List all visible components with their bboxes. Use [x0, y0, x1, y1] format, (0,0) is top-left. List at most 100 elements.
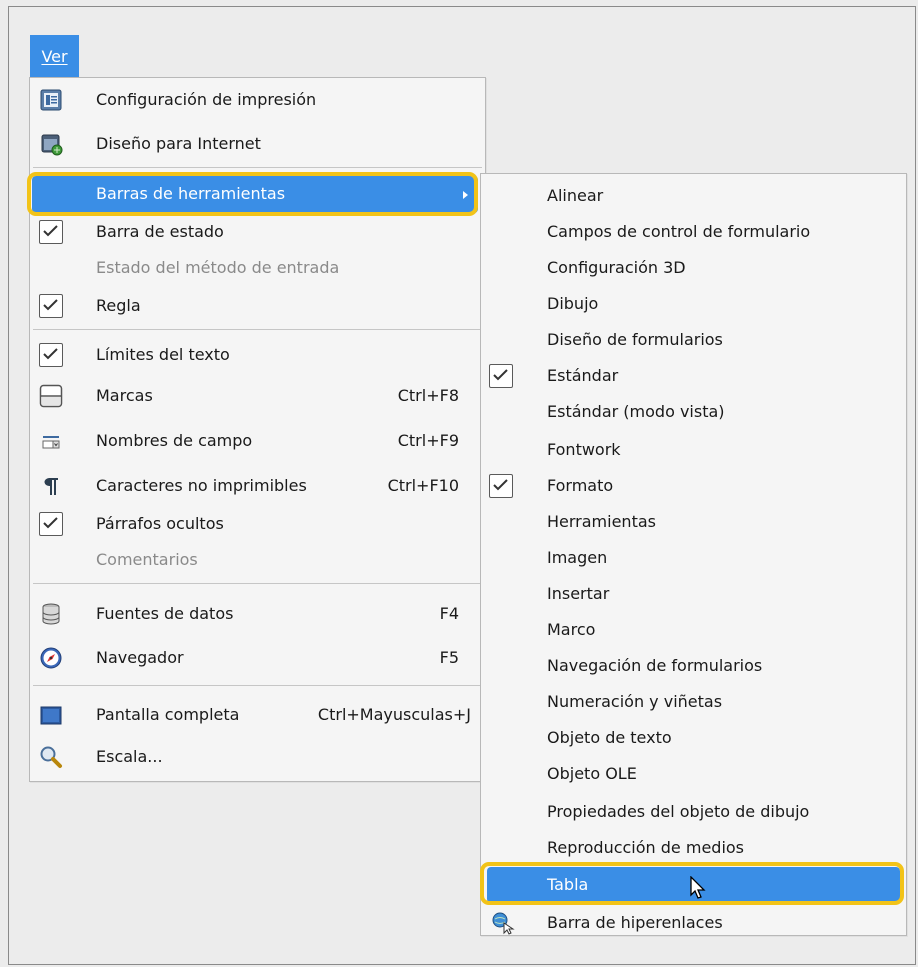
- menu-item-label: Alinear: [547, 186, 604, 205]
- menu-item-label: Barra de hiperenlaces: [547, 913, 723, 932]
- shortcut-label: Ctrl+F8: [397, 386, 459, 405]
- menu-item-data-sources[interactable]: Fuentes de datos F4: [30, 596, 485, 632]
- menu-item-label: Campos de control de formulario: [547, 222, 811, 241]
- separator: [33, 583, 482, 584]
- menu-item-label: Estado del método de entrada: [96, 258, 340, 277]
- submenu-item-fontwork[interactable]: Fontwork: [481, 432, 906, 468]
- menu-item-label: Fontwork: [547, 440, 621, 459]
- menu-item-label: Comentarios: [96, 550, 198, 569]
- submenu-item-3d-settings[interactable]: Configuración 3D: [481, 250, 906, 286]
- menu-item-label: Objeto de texto: [547, 728, 672, 747]
- submenu-item-form-controls[interactable]: Campos de control de formulario: [481, 214, 906, 250]
- field-shadings-icon: [39, 384, 63, 408]
- menu-item-label: Reproducción de medios: [547, 838, 745, 857]
- highlight-ring-toolbars: [27, 172, 478, 216]
- menu-item-status-bar[interactable]: Barra de estado: [30, 214, 485, 250]
- checkmark-icon: [39, 220, 63, 244]
- menu-item-label: Nombres de campo: [96, 431, 253, 450]
- submenu-item-image[interactable]: Imagen: [481, 540, 906, 576]
- zoom-icon: [39, 745, 63, 769]
- submenu-item-formatting[interactable]: Formato: [481, 468, 906, 504]
- menu-item-label: Estándar: [547, 366, 619, 385]
- submenu-item-drawing[interactable]: Dibujo: [481, 286, 906, 322]
- menu-item-print-layout[interactable]: Configuración de impresión: [30, 82, 485, 118]
- menu-item-label: Marcas: [96, 386, 153, 405]
- menu-item-label: Imagen: [547, 548, 608, 567]
- menu-item-label: Diseño para Internet: [96, 134, 261, 153]
- menu-item-label: Diseño de formularios: [547, 330, 723, 349]
- database-icon: [39, 602, 63, 626]
- menu-item-label: Estándar (modo vista): [547, 402, 725, 421]
- submenu-item-drawing-object-properties[interactable]: Propiedades del objeto de dibujo: [481, 794, 906, 830]
- menu-item-label: Fuentes de datos: [96, 604, 234, 623]
- menu-item-formatting-marks[interactable]: Caracteres no imprimibles Ctrl+F10: [30, 468, 485, 504]
- print-layout-icon: [39, 88, 63, 112]
- menu-item-ruler[interactable]: Regla: [30, 288, 485, 324]
- field-names-icon: [39, 429, 63, 453]
- menu-item-text-boundaries[interactable]: Límites del texto: [30, 337, 485, 373]
- menu-item-web-layout[interactable]: Diseño para Internet: [30, 126, 485, 162]
- submenu-item-hyperlink-bar[interactable]: Barra de hiperenlaces: [481, 905, 906, 941]
- menu-item-label: Propiedades del objeto de dibujo: [547, 802, 810, 821]
- menu-item-label: Configuración 3D: [547, 258, 686, 277]
- menu-item-label: Caracteres no imprimibles: [96, 476, 307, 495]
- menu-item-input-method-status: Estado del método de entrada: [30, 250, 485, 286]
- web-layout-icon: [39, 132, 63, 156]
- menu-item-label: Escala...: [96, 747, 163, 766]
- menu-item-hidden-paragraphs[interactable]: Párrafos ocultos: [30, 506, 485, 542]
- submenu-item-text-object[interactable]: Objeto de texto: [481, 720, 906, 756]
- menu-item-label: Configuración de impresión: [96, 90, 317, 109]
- submenu-item-ole-object[interactable]: Objeto OLE: [481, 756, 906, 792]
- menu-item-label: Párrafos ocultos: [96, 514, 224, 533]
- toolbars-submenu: Alinear Campos de control de formulario …: [480, 173, 907, 936]
- submenu-item-media-playback[interactable]: Reproducción de medios: [481, 830, 906, 866]
- menu-item-field-names[interactable]: Nombres de campo Ctrl+F9: [30, 423, 485, 459]
- menu-item-field-shadings[interactable]: Marcas Ctrl+F8: [30, 378, 485, 414]
- compass-icon: [39, 646, 63, 670]
- submenu-item-form-design[interactable]: Diseño de formularios: [481, 322, 906, 358]
- menu-item-label: Dibujo: [547, 294, 599, 313]
- menu-item-label: Insertar: [547, 584, 610, 603]
- shortcut-label: F5: [439, 648, 459, 667]
- checkmark-icon: [39, 512, 63, 536]
- menu-item-comments: Comentarios: [30, 542, 485, 578]
- checkmark-icon: [489, 364, 513, 388]
- shortcut-label: Ctrl+Mayusculas+J: [317, 705, 471, 724]
- submenu-item-standard-view-mode[interactable]: Estándar (modo vista): [481, 394, 906, 430]
- shortcut-label: Ctrl+F9: [397, 431, 459, 450]
- separator: [33, 685, 482, 686]
- menu-item-navigator[interactable]: Navegador F5: [30, 640, 485, 676]
- menu-item-label: Formato: [547, 476, 614, 495]
- separator: [33, 329, 482, 330]
- checkmark-icon: [39, 294, 63, 318]
- menu-item-full-screen[interactable]: Pantalla completa Ctrl+Mayusculas+J: [30, 697, 485, 733]
- separator: [33, 167, 482, 168]
- shortcut-label: F4: [439, 604, 459, 623]
- submenu-item-form-navigation[interactable]: Navegación de formularios: [481, 648, 906, 684]
- checkmark-icon: [489, 474, 513, 498]
- fullscreen-icon: [39, 703, 63, 727]
- menu-item-zoom[interactable]: Escala...: [30, 739, 485, 775]
- submenu-item-align[interactable]: Alinear: [481, 178, 906, 214]
- menu-item-label: Pantalla completa: [96, 705, 240, 724]
- submenu-item-standard[interactable]: Estándar: [481, 358, 906, 394]
- submenu-item-tools[interactable]: Herramientas: [481, 504, 906, 540]
- menu-item-label: Regla: [96, 296, 141, 315]
- menu-item-label: Barra de estado: [96, 222, 224, 241]
- checkmark-icon: [39, 343, 63, 367]
- shortcut-label: Ctrl+F10: [387, 476, 459, 495]
- submenu-item-bullets-numbering[interactable]: Numeración y viñetas: [481, 684, 906, 720]
- pilcrow-icon: [39, 474, 63, 498]
- menu-item-label: Navegación de formularios: [547, 656, 763, 675]
- mouse-cursor-icon: [690, 875, 710, 902]
- menu-item-label: Objeto OLE: [547, 764, 637, 783]
- menu-item-label: Límites del texto: [96, 345, 230, 364]
- menu-item-label: Marco: [547, 620, 596, 639]
- menu-item-label: Herramientas: [547, 512, 656, 531]
- submenu-item-frame[interactable]: Marco: [481, 612, 906, 648]
- menu-ver[interactable]: Ver: [30, 35, 79, 77]
- submenu-item-insert[interactable]: Insertar: [481, 576, 906, 612]
- menu-item-label: Navegador: [96, 648, 184, 667]
- menu-item-label: Numeración y viñetas: [547, 692, 723, 711]
- hyperlink-bar-icon: [491, 911, 515, 935]
